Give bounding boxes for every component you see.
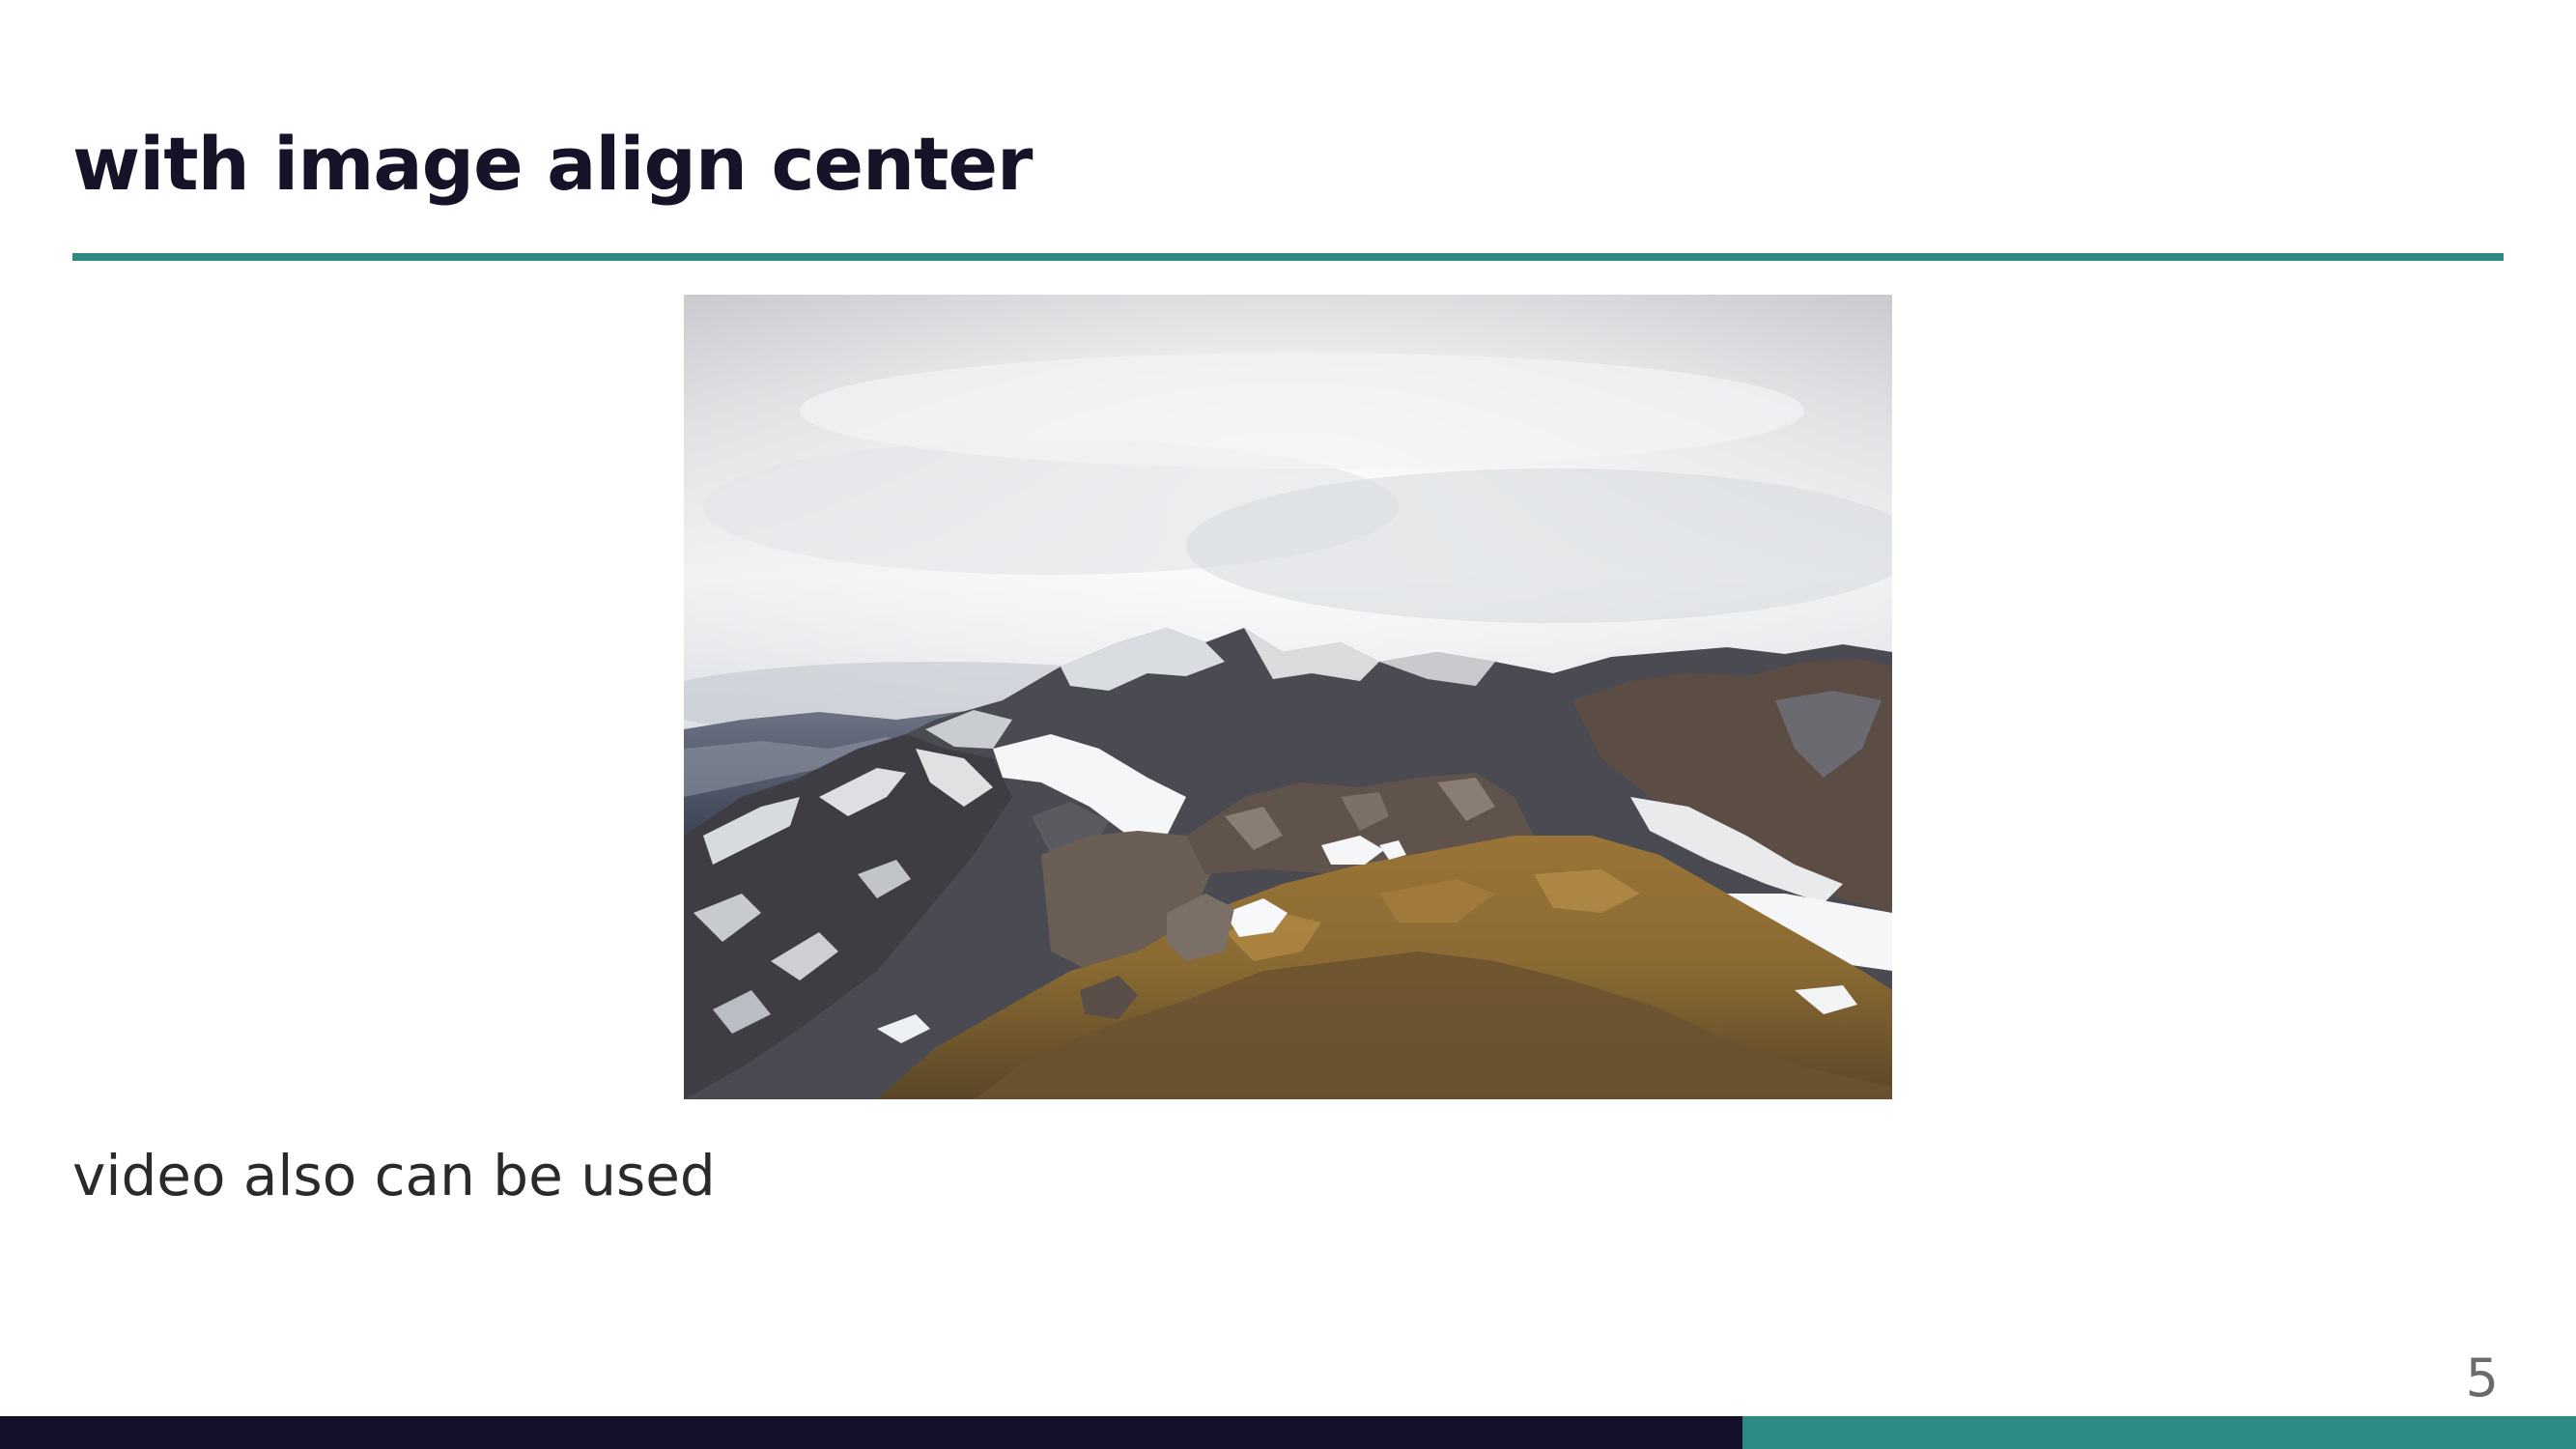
footer-bar xyxy=(0,1416,2576,1449)
footer-bar-dark-segment xyxy=(0,1416,1742,1449)
title-underline xyxy=(72,253,2504,261)
page-number: 5 xyxy=(2465,1348,2499,1408)
slide: with image align center video also can b… xyxy=(0,0,2576,1449)
body-text: video also can be used xyxy=(72,1143,716,1208)
slide-title: with image align center xyxy=(72,121,1033,207)
mountain-landscape-photo xyxy=(684,295,1892,1099)
footer-bar-accent-segment xyxy=(1742,1416,2576,1449)
